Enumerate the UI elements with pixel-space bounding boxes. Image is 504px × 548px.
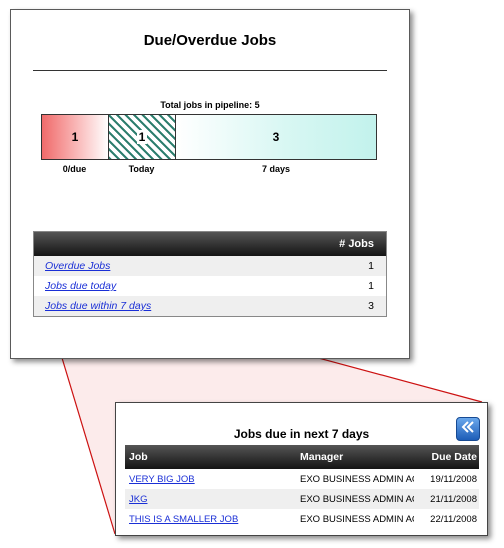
manager-cell: EXO BUSINESS ADMIN ACCOUNT — [300, 513, 414, 525]
job-column-header[interactable]: Job — [125, 451, 300, 463]
pipeline-caption: Total jobs in pipeline: 5 — [160, 100, 260, 110]
jobs-count-column-header: # Jobs — [339, 238, 374, 250]
jobs-table-header: # Jobs — [34, 232, 386, 256]
jobs-due-7-days-link[interactable]: Jobs due within 7 days — [45, 300, 151, 312]
due-date-column-header[interactable]: Due Date — [414, 451, 479, 463]
jobs-due-7-days-count: 3 — [368, 300, 374, 312]
overdue-jobs-count: 1 — [368, 260, 374, 272]
job-link[interactable]: VERY BIG JOB — [129, 474, 195, 485]
overdue-jobs-link[interactable]: Overdue Jobs — [45, 260, 110, 272]
job-link[interactable]: JKG — [129, 494, 147, 505]
manager-column-header[interactable]: Manager — [300, 451, 414, 463]
title-divider — [33, 70, 387, 71]
detail-title: Jobs due in next 7 days — [233, 427, 370, 441]
jobs-table-body: Overdue Jobs 1 Jobs due today 1 Jobs due… — [34, 256, 386, 316]
pipeline-label-overdue: 0/due — [62, 164, 87, 174]
pipeline-segment-overdue: 1 — [42, 115, 109, 159]
page-title: Due/Overdue Jobs — [143, 32, 277, 49]
jobs-due-today-link[interactable]: Jobs due today — [45, 280, 116, 292]
due-date-cell: 21/11/2008 — [430, 493, 477, 505]
pipeline-label-7days: 7 days — [261, 164, 291, 174]
table-row: JKG EXO BUSINESS ADMIN ACCOUNT 21/11/200… — [125, 489, 479, 509]
table-row: VERY BIG JOB EXO BUSINESS ADMIN ACCOUNT … — [125, 469, 479, 489]
back-button[interactable] — [456, 417, 480, 441]
pipeline-count-7days: 3 — [272, 130, 280, 144]
job-link[interactable]: THIS IS A SMALLER JOB — [129, 514, 238, 525]
table-row: Overdue Jobs 1 — [34, 256, 386, 276]
jobs-detail-table: Job Manager Due Date VERY BIG JOB EXO BU… — [125, 445, 479, 529]
pipeline-bar: 1 1 3 — [41, 114, 377, 160]
due-date-cell: 22/11/2008 — [430, 513, 477, 525]
double-chevron-left-icon — [461, 420, 475, 438]
jobs-due-today-count: 1 — [368, 280, 374, 292]
pipeline-segment-today: 1 — [109, 115, 176, 159]
manager-cell: EXO BUSINESS ADMIN ACCOUNT — [300, 473, 414, 485]
due-date-cell: 19/11/2008 — [430, 473, 477, 485]
table-row: Jobs due within 7 days 3 — [34, 296, 386, 316]
detail-table-header: Job Manager Due Date — [125, 445, 479, 469]
due-overdue-panel: Due/Overdue Jobs Total jobs in pipeline:… — [10, 9, 410, 359]
jobs-detail-panel: Jobs due in next 7 days Job Manager Due … — [115, 402, 488, 536]
manager-cell: EXO BUSINESS ADMIN ACCOUNT — [300, 493, 414, 505]
table-row: THIS IS A SMALLER JOB EXO BUSINESS ADMIN… — [125, 509, 479, 529]
pipeline-label-today: Today — [128, 164, 155, 174]
pipeline-count-today: 1 — [136, 130, 148, 144]
table-row: Jobs due today 1 — [34, 276, 386, 296]
pipeline-count-overdue: 1 — [71, 130, 79, 144]
jobs-summary-table: # Jobs Overdue Jobs 1 Jobs due today 1 J… — [33, 231, 387, 317]
detail-table-body: VERY BIG JOB EXO BUSINESS ADMIN ACCOUNT … — [125, 469, 479, 529]
pipeline-segment-7days: 3 — [176, 115, 376, 159]
